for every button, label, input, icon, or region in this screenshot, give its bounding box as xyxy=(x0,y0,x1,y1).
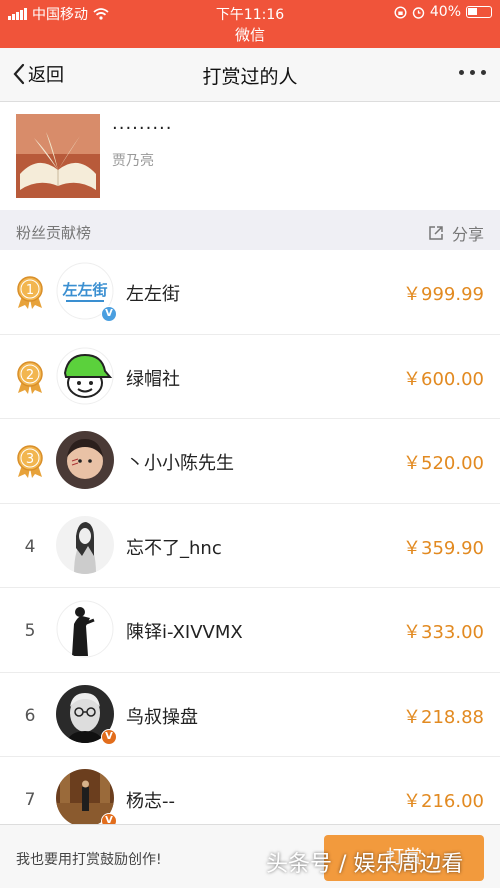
medal-gold-icon: 1 xyxy=(12,276,48,310)
donor-name: 陳铎i-XIVVMX xyxy=(126,622,243,643)
verified-badge-icon: V xyxy=(101,306,117,322)
share-icon xyxy=(429,226,443,240)
battery-icon xyxy=(466,6,492,18)
donation-amount: ￥600.00 xyxy=(403,368,484,390)
article-thumbnail xyxy=(16,114,100,198)
donation-amount: ￥333.00 xyxy=(403,622,484,643)
watermark-text: 头条号 / 娱乐周边看 xyxy=(266,852,464,877)
medal-gold-icon: 2 xyxy=(12,360,48,395)
more-menu-button[interactable] xyxy=(459,70,486,75)
page-title: 打赏过的人 xyxy=(202,66,298,88)
article-author: 贾乃亮 xyxy=(112,153,154,169)
rank-number: 4 xyxy=(24,536,36,557)
list-item[interactable]: 1 左左街 V 左左街 ￥999.99 xyxy=(0,250,500,335)
share-label: 分享 xyxy=(451,225,484,244)
donation-amount: ￥520.00 xyxy=(403,453,484,474)
ranking-list: 1 左左街 V 左左街 ￥999.99 2 绿帽社 ￥600.00 3 丶小小陈… xyxy=(0,250,500,842)
list-item[interactable]: 3 丶小小陈先生 ￥520.00 xyxy=(0,419,500,504)
list-item[interactable]: 5 陳铎i-XIVVMX ￥333.00 xyxy=(0,588,500,673)
donation-amount: ￥999.99 xyxy=(403,284,484,305)
section-title: 粉丝贡献榜 xyxy=(16,224,92,242)
alarm-icon xyxy=(412,6,425,19)
rank-number: 6 xyxy=(24,705,36,726)
status-bar: 中国移动 下午11:16 40% xyxy=(0,0,500,26)
share-button[interactable]: 分享 xyxy=(428,221,484,245)
donation-amount: ￥359.90 xyxy=(403,537,484,559)
avatar xyxy=(56,600,114,658)
section-header: 粉丝贡献榜 分享 xyxy=(0,210,500,250)
battery-percent: 40% xyxy=(429,4,461,20)
article-card[interactable]: ········· 贾乃亮 xyxy=(0,102,500,210)
medal-gold-icon: 3 xyxy=(12,445,48,479)
article-title: ········· xyxy=(112,118,173,139)
avatar xyxy=(56,346,114,405)
list-item[interactable]: 6 V 鸟叔操盘 ￥218.88 xyxy=(0,673,500,757)
avatar xyxy=(56,431,114,489)
donation-amount: ￥216.00 xyxy=(403,791,484,812)
rank-number: 5 xyxy=(24,621,36,641)
avatar xyxy=(56,515,114,574)
svg-text:左左街: 左左街 xyxy=(61,281,107,299)
donor-name: 杨志-- xyxy=(126,791,175,812)
donor-name: 绿帽社 xyxy=(126,368,180,390)
verified-badge-icon: V xyxy=(101,728,117,745)
svg-text:2: 2 xyxy=(26,368,34,383)
donor-name: 左左街 xyxy=(126,284,180,305)
nav-bar: 返回 打赏过的人 xyxy=(0,48,500,102)
donor-name: 鸟叔操盘 xyxy=(126,706,198,728)
app-title: 微信 xyxy=(0,26,500,48)
rank-number: 7 xyxy=(24,790,36,810)
donor-name: 忘不了_hnc xyxy=(126,537,222,559)
list-item[interactable]: 4 忘不了_hnc ￥359.90 xyxy=(0,504,500,588)
rotation-lock-icon xyxy=(394,5,407,19)
reward-prompt: 我也要用打赏鼓励创作! xyxy=(16,852,162,868)
donor-name: 丶小小陈先生 xyxy=(126,453,234,474)
svg-text:3: 3 xyxy=(26,452,34,467)
svg-text:1: 1 xyxy=(26,283,34,298)
list-item[interactable]: 2 绿帽社 ￥600.00 xyxy=(0,335,500,419)
donation-amount: ￥218.88 xyxy=(403,706,484,728)
